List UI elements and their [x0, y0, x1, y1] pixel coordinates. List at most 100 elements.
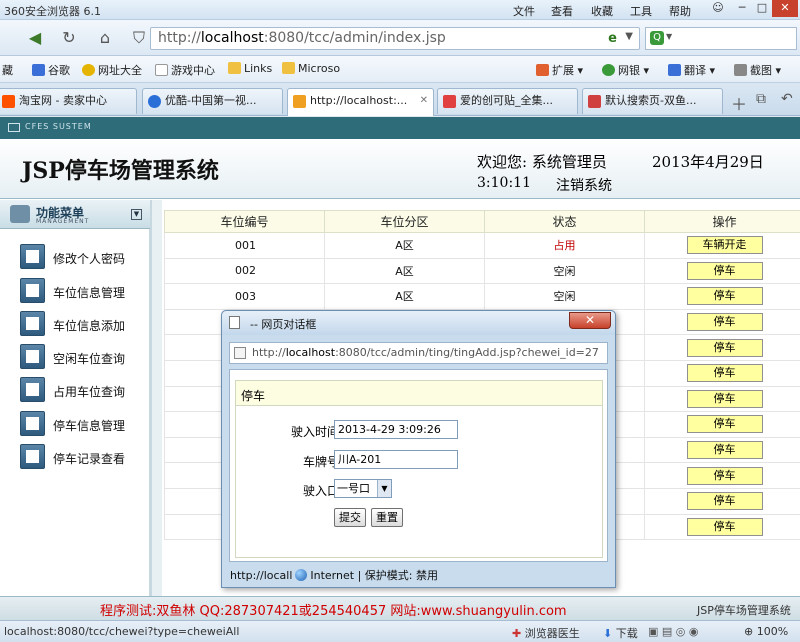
dialog-close-button[interactable]: ✕	[569, 312, 611, 329]
current-time: 3:10:11	[477, 175, 531, 191]
menu-help[interactable]: 帮助	[669, 3, 691, 19]
collapse-icon[interactable]: ▼	[131, 209, 142, 220]
menu-file[interactable]: 文件	[513, 3, 535, 19]
menu-favorites[interactable]: 收藏	[591, 3, 613, 19]
cell-action: 停车	[644, 487, 800, 515]
park-button[interactable]: 停车	[686, 364, 763, 383]
drive-away-button[interactable]: 车辆开走	[686, 236, 763, 255]
cell-space-id: 002	[164, 257, 325, 285]
shield-icon[interactable]: ⛉	[126, 26, 152, 50]
minimize-button[interactable]: ─	[732, 0, 752, 17]
dialog-address-bar: http://localhost:8080/tcc/admin/ting/tin…	[229, 342, 608, 364]
tab-youku[interactable]: 优酷-中国第一视...	[142, 88, 283, 114]
search-engine-dropdown-icon[interactable]: ▼	[666, 32, 672, 41]
favorites-bar: 藏 谷歌 网址大全 游戏中心 Links Microso 扩展 ▾ 网银 ▾ 翻…	[0, 56, 800, 83]
sidebar-item-space-management[interactable]: 车位信息管理	[20, 278, 145, 304]
sidebar-item-free-spaces[interactable]: 空闲车位查询	[20, 344, 145, 370]
search-box[interactable]: Q ▼	[645, 27, 797, 50]
status-tools-icons[interactable]: ▣ ▤ ◎ ◉	[648, 625, 698, 638]
plate-label: 车牌号:	[302, 455, 343, 469]
park-button[interactable]: 停车	[686, 441, 763, 460]
sidebar-item-parking-records[interactable]: 停车记录查看	[20, 444, 145, 470]
cell-status: 空闲	[484, 257, 645, 285]
undo-close-icon[interactable]: ↶	[781, 91, 793, 107]
cell-action: 停车	[644, 385, 800, 413]
restore-tab-icon[interactable]: ⧉	[756, 91, 766, 107]
sidebar-item-occupied-spaces[interactable]: 占用车位查询	[20, 377, 145, 403]
gate-select[interactable]: 一号口 ▼	[334, 479, 392, 498]
download-button[interactable]: ⬇ 下载	[603, 625, 638, 641]
favorite-item-microsoft[interactable]: Microso	[282, 62, 340, 75]
plus-icon: ✚	[512, 627, 522, 640]
park-button[interactable]: 停车	[686, 466, 763, 485]
cell-action: 停车	[644, 308, 800, 336]
park-button[interactable]: 停车	[686, 287, 763, 306]
submit-button[interactable]: 提交	[334, 508, 366, 527]
tab-bandaid[interactable]: 爱的创可贴_全集...	[437, 88, 578, 114]
menu-tools[interactable]: 工具	[630, 3, 652, 19]
favorite-item-games[interactable]: 游戏中心	[155, 62, 215, 78]
document-icon	[20, 278, 45, 303]
document-icon	[20, 244, 45, 269]
table-header-row: 车位编号 车位分区 状态 操作	[164, 210, 800, 233]
skin-icon[interactable]: ☺	[706, 0, 730, 17]
web-dialog: -- 网页对话框 ✕ http://localhost:8080/tcc/adm…	[221, 310, 616, 588]
home-icon[interactable]: ⌂	[92, 26, 118, 50]
dialog-titlebar[interactable]: -- 网页对话框 ✕	[222, 311, 615, 335]
dialog-status-text: http://locall Internet | 保护模式: 禁用	[230, 569, 438, 582]
refresh-icon[interactable]: ↻	[56, 26, 82, 50]
toolbar-netbank[interactable]: 网银 ▾	[602, 62, 649, 78]
new-tab-icon[interactable]: ＋	[731, 91, 747, 115]
maximize-button[interactable]: □	[752, 0, 772, 17]
plate-input[interactable]: 川A-201	[334, 450, 458, 469]
browser-doctor-button[interactable]: ✚ 浏览器医生	[512, 625, 580, 641]
sidebar-splitter[interactable]	[152, 200, 162, 596]
toolbar-translate[interactable]: 翻译 ▾	[668, 62, 715, 78]
back-icon[interactable]: ◀	[22, 26, 48, 50]
cell-zone: A区	[324, 232, 485, 259]
park-button[interactable]: 停车	[686, 389, 763, 408]
address-bar[interactable]: http://localhost:8080/tcc/admin/index.js…	[150, 27, 640, 50]
entry-time-input[interactable]: 2013-4-29 3:09:26	[334, 420, 458, 439]
close-tab-icon[interactable]: ✕	[420, 89, 428, 113]
ie-mode-icon[interactable]: e	[608, 31, 617, 46]
favorite-item-sites[interactable]: 网址大全	[82, 62, 142, 78]
address-dropdown-icon[interactable]: ▼	[625, 31, 633, 42]
tab-localhost[interactable]: http://localhost:... ✕	[287, 88, 434, 116]
menu-view[interactable]: 查看	[551, 3, 573, 19]
column-header-zone: 车位分区	[324, 210, 485, 233]
park-button[interactable]: 停车	[686, 517, 763, 536]
favorite-item-google[interactable]: 谷歌	[32, 62, 70, 78]
sidebar-item-space-add[interactable]: 车位信息添加	[20, 311, 145, 337]
sidebar-subheading: MANAGEMENT	[36, 218, 90, 225]
close-window-button[interactable]: ✕	[772, 0, 798, 17]
dialog-body: 停车 驶入时间: 2013-4-29 3:09:26 车牌号: 川A-201 驶…	[229, 369, 608, 562]
reset-button[interactable]: 重置	[371, 508, 403, 527]
tab-taobao[interactable]: 淘宝网 - 卖家中心	[0, 88, 137, 114]
gate-label: 驶入口:	[302, 484, 343, 498]
zoom-button[interactable]: ⊕ 100%	[744, 625, 788, 638]
cell-zone: A区	[324, 283, 485, 310]
park-button[interactable]: 停车	[686, 415, 763, 434]
soku-icon	[443, 95, 456, 108]
park-button[interactable]: 停车	[686, 313, 763, 332]
sidebar-item-change-password[interactable]: 修改个人密码	[20, 244, 145, 270]
logout-link[interactable]: 注销系统	[556, 175, 612, 195]
sidebar-item-parking-management[interactable]: 停车信息管理	[20, 411, 145, 437]
park-button[interactable]: 停车	[686, 492, 763, 511]
column-header-status: 状态	[484, 210, 645, 233]
chevron-down-icon: ▼	[377, 480, 391, 497]
sidebar: 功能菜单 MANAGEMENT ▼ 修改个人密码 车位信息管理 车位信息添加 空…	[0, 200, 152, 596]
favorite-item-links[interactable]: Links	[228, 62, 272, 75]
cell-action: 车辆开走	[644, 232, 800, 259]
toolbar-extensions[interactable]: 扩展 ▾	[536, 62, 583, 78]
park-button[interactable]: 停车	[686, 338, 763, 357]
browser-app-title: 360安全浏览器 6.1	[4, 5, 101, 18]
toolbar-screenshot[interactable]: 截图 ▾	[734, 62, 781, 78]
favorite-item[interactable]: 藏	[2, 62, 13, 78]
search-engine-icon[interactable]: Q	[650, 31, 664, 45]
tab-default-search[interactable]: 默认搜索页-双鱼...	[582, 88, 723, 114]
system-label: CFES SUSTEM	[25, 122, 92, 131]
park-button[interactable]: 停车	[686, 261, 763, 280]
document-icon	[20, 344, 45, 369]
